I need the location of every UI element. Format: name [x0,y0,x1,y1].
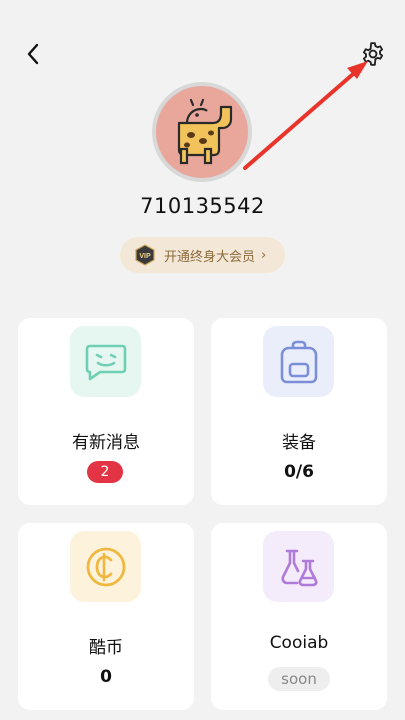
backpack-icon [280,340,317,383]
equipment-icon-tile [263,326,334,397]
gear-icon [362,42,384,66]
lab-title: Cooiab [269,633,329,653]
messages-title: 有新消息 [72,433,140,453]
unread-count-badge: 2 [87,461,123,483]
user-id: 710135542 [140,194,265,218]
chevron-left-icon [27,43,39,65]
coming-soon-badge: soon [268,667,330,691]
giraffe-icon [177,98,233,165]
profile-screen: 710135542 VIP 开通终身大会员 › 有新消息 2 装备 0/6 酷币… [0,0,405,720]
coins-title: 酷币 [89,638,123,658]
lab-card[interactable]: Cooiab soon [211,523,387,710]
messages-card[interactable]: 有新消息 2 [18,318,194,505]
lab-flask-icon [280,549,318,586]
vip-label: 开通终身大会员 [164,249,256,265]
chevron-right-icon: › [261,247,267,263]
coins-icon-tile [70,531,141,602]
equipment-card[interactable]: 装备 0/6 [211,318,387,505]
avatar[interactable] [152,82,252,182]
chat-bubble-icon [85,344,126,380]
vip-membership-button[interactable]: VIP 开通终身大会员 › [120,237,285,273]
coins-card[interactable]: 酷币 0 [18,523,194,710]
equipment-title: 装备 [282,433,316,453]
settings-button[interactable] [357,38,389,70]
messages-icon-tile [70,326,141,397]
coins-balance: 0 [100,667,112,687]
back-button[interactable] [18,38,48,70]
lab-icon-tile [263,531,334,602]
vip-badge-text: VIP [139,253,151,260]
equipment-count: 0/6 [284,462,314,482]
vip-badge-icon: VIP [135,244,155,266]
coin-icon [86,547,125,586]
